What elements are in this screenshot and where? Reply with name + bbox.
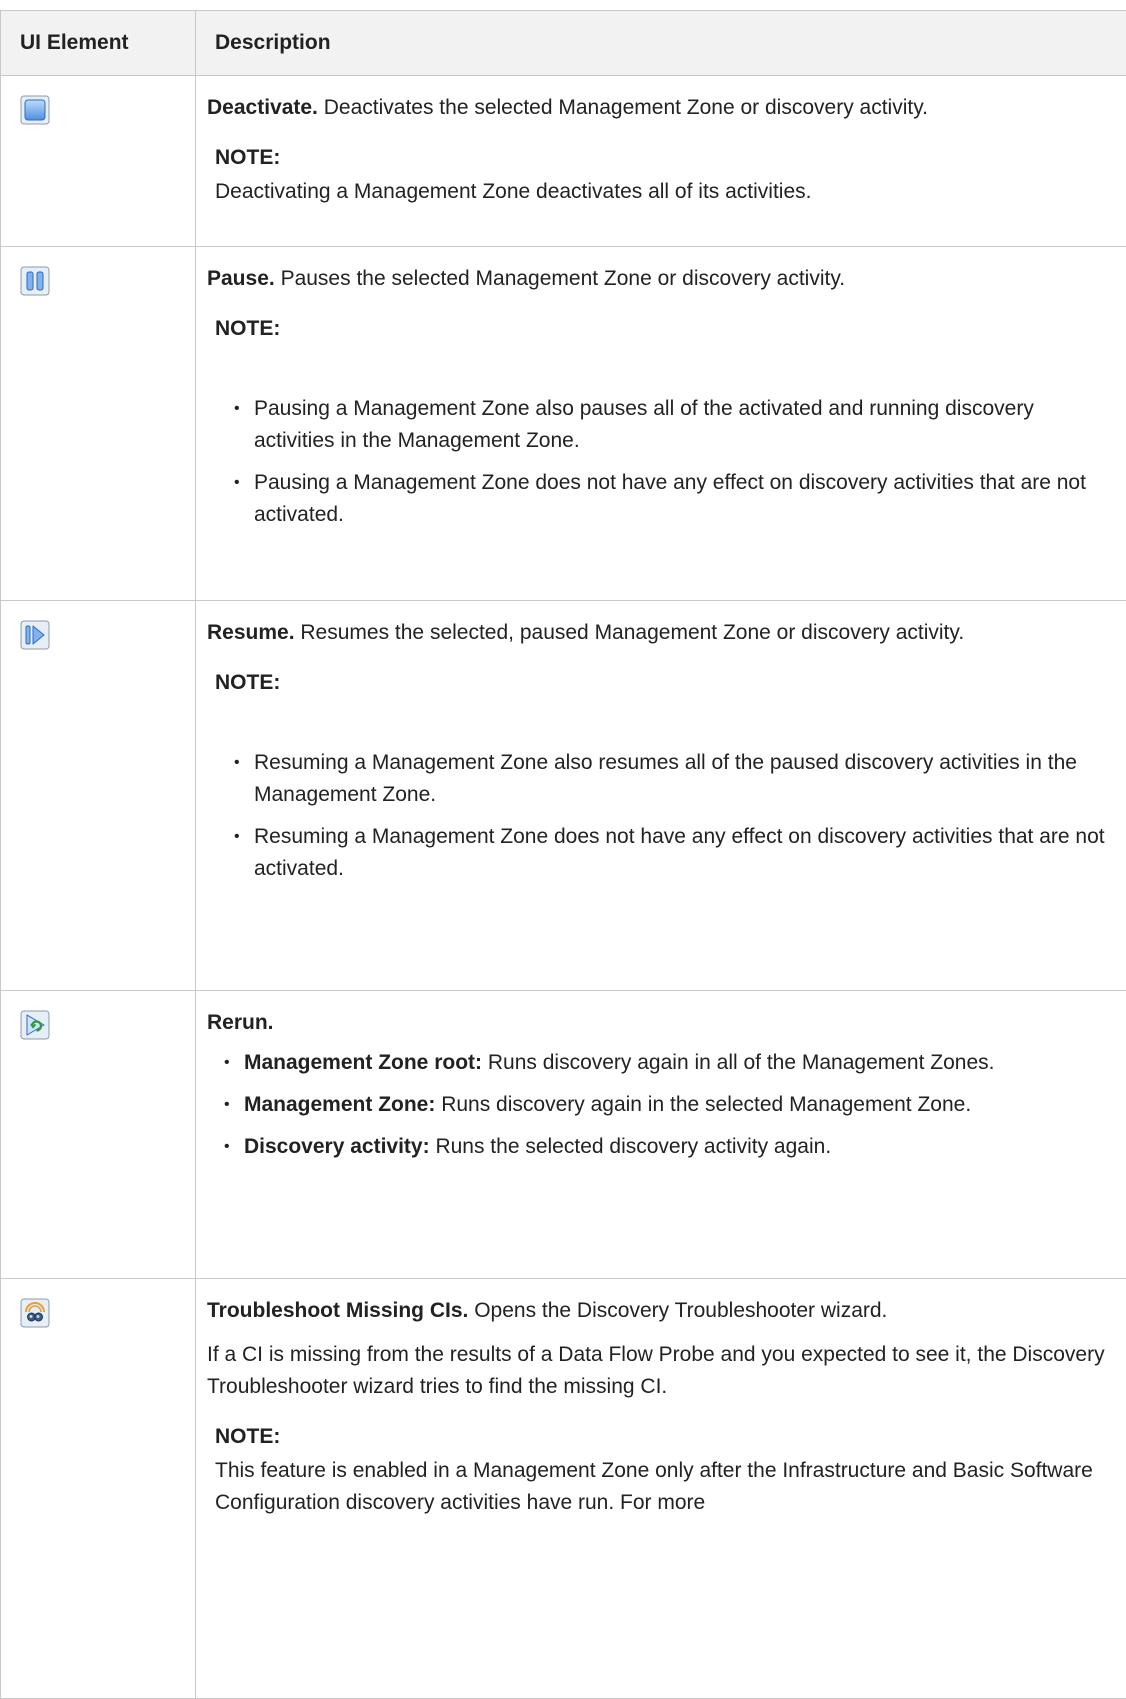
description-text: Troubleshoot Missing CIs. Opens the Disc… [207, 1295, 1116, 1327]
header-ui-element: UI Element [1, 11, 196, 76]
note-label: NOTE: [215, 142, 1116, 174]
ui-element-cell [1, 601, 196, 991]
list-item: Resuming a Management Zone does not have… [207, 821, 1116, 885]
list-item: Resuming a Management Zone also resumes … [207, 747, 1116, 811]
note-list: Resuming a Management Zone also resumes … [207, 747, 1116, 885]
ui-elements-table: UI Element Description Deactivate. Deact… [0, 10, 1126, 1699]
description-cell: Rerun. Management Zone root: Runs discov… [196, 991, 1126, 1279]
table-row: Resume. Resumes the selected, paused Man… [1, 601, 1126, 991]
rerun-icon [20, 1010, 50, 1040]
description-text: Resume. Resumes the selected, paused Man… [207, 617, 1116, 649]
list-item: Management Zone: Runs discovery again in… [207, 1089, 1116, 1121]
header-description: Description [196, 11, 1126, 76]
table-row: Rerun. Management Zone root: Runs discov… [1, 991, 1126, 1279]
ui-element-cell [1, 991, 196, 1279]
table-row: Troubleshoot Missing CIs. Opens the Disc… [1, 1279, 1126, 1699]
note-label: NOTE: [215, 667, 1116, 699]
ui-element-cell [1, 1279, 196, 1699]
list-item: Management Zone root: Runs discovery aga… [207, 1047, 1116, 1079]
note-text: Deactivating a Management Zone deactivat… [215, 176, 1116, 208]
ui-element-cell [1, 76, 196, 247]
description-cell: Pause. Pauses the selected Management Zo… [196, 247, 1126, 601]
note-label: NOTE: [215, 313, 1116, 345]
description-cell: Troubleshoot Missing CIs. Opens the Disc… [196, 1279, 1126, 1699]
table-row: Deactivate. Deactivates the selected Man… [1, 76, 1126, 247]
description-text: Deactivate. Deactivates the selected Man… [207, 92, 1116, 124]
list-item: Pausing a Management Zone also pauses al… [207, 393, 1116, 457]
troubleshoot-icon [20, 1298, 50, 1328]
table-row: Pause. Pauses the selected Management Zo… [1, 247, 1126, 601]
note-list: Pausing a Management Zone also pauses al… [207, 393, 1116, 531]
note-label: NOTE: [215, 1421, 1116, 1453]
table-header-row: UI Element Description [1, 11, 1126, 76]
list-item: Pausing a Management Zone does not have … [207, 467, 1116, 531]
ui-element-cell [1, 247, 196, 601]
resume-icon [20, 620, 50, 650]
description-text: Pause. Pauses the selected Management Zo… [207, 263, 1116, 295]
note-text: This feature is enabled in a Management … [215, 1455, 1116, 1519]
list-item: Discovery activity: Runs the selected di… [207, 1131, 1116, 1163]
description-paragraph: If a CI is missing from the results of a… [207, 1339, 1116, 1403]
description-cell: Resume. Resumes the selected, paused Man… [196, 601, 1126, 991]
deactivate-icon [20, 95, 50, 125]
pause-icon [20, 266, 50, 296]
description-cell: Deactivate. Deactivates the selected Man… [196, 76, 1126, 247]
rerun-options-list: Management Zone root: Runs discovery aga… [207, 1047, 1116, 1163]
description-title: Rerun. [207, 1007, 1116, 1039]
